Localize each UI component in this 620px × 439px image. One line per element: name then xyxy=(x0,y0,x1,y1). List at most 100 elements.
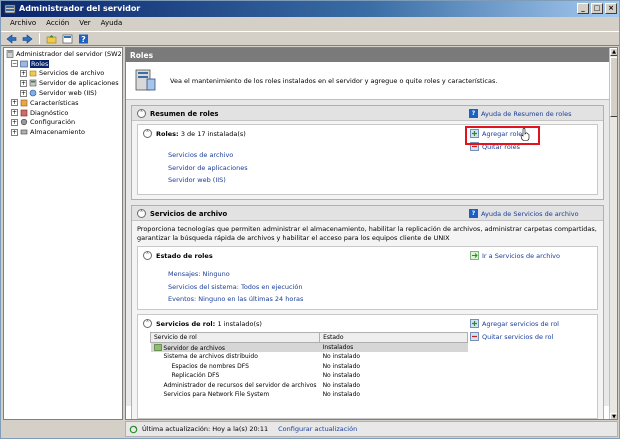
content-pane: Roles Vea el mantenimiento de los roles … xyxy=(125,47,618,420)
table-row[interactable]: Replicación DFS No instalado xyxy=(151,371,468,381)
collapse-role-services-icon[interactable]: ⌃ xyxy=(143,319,152,328)
folder-up-icon xyxy=(46,34,57,43)
expand-icon[interactable]: + xyxy=(11,118,18,126)
tree-node-web-server[interactable]: + Servidor web (IIS) xyxy=(4,88,122,98)
tree-node-configuration[interactable]: + Configuración xyxy=(4,118,122,128)
table-row[interactable]: Espacios de nombres DFS No instalado xyxy=(151,362,468,372)
collapse-icon[interactable]: − xyxy=(11,60,18,68)
file-services-icon xyxy=(29,71,37,77)
svg-text:?: ? xyxy=(81,35,86,44)
roles-summary-help-link[interactable]: ? Ayuda de Resumen de roles xyxy=(469,109,571,118)
remove-role-services-link[interactable]: Quitar servicios de rol xyxy=(470,332,553,341)
roles-summary-section: ⌃ Resumen de roles ? Ayuda de Resumen de… xyxy=(131,105,604,200)
table-row[interactable]: Administrador de recursos del servidor d… xyxy=(151,381,468,391)
tree-label: Servicios de archivo xyxy=(39,69,105,78)
column-header-state[interactable]: Estado xyxy=(319,332,468,343)
collapse-roles-icon[interactable]: ⌃ xyxy=(143,129,152,138)
role-status-panel: ⌃ Estado de roles Ir a Servicios de arch… xyxy=(137,246,598,310)
help-link-label: Ayuda de Resumen de roles xyxy=(481,109,572,118)
service-name-text: Servidor de archivos xyxy=(163,344,225,352)
section-header: ⌃ Servicios de archivo ? Ayuda de Servic… xyxy=(132,206,603,221)
add-role-services-link[interactable]: Agregar servicios de rol xyxy=(470,319,559,328)
service-name: Servicios para Network File System xyxy=(163,391,270,399)
content-title: Roles xyxy=(126,48,610,62)
tree-node-diagnostics[interactable]: + Diagnóstico xyxy=(4,108,122,118)
roles-icon xyxy=(20,60,28,67)
tree-label: Diagnóstico xyxy=(30,108,69,117)
expand-icon[interactable]: + xyxy=(20,79,27,87)
help-link-label: Ayuda de Servicios de archivo xyxy=(481,209,579,218)
up-button[interactable] xyxy=(45,33,58,45)
properties-button[interactable] xyxy=(61,33,74,45)
tree-node-server[interactable]: Administrador del servidor (SW2K8 xyxy=(4,49,122,59)
minimize-button[interactable]: _ xyxy=(577,3,589,14)
table-row[interactable]: Servidor de archivos Instalados xyxy=(150,342,468,352)
collapse-section-icon[interactable]: ⌃ xyxy=(137,209,146,218)
storage-icon xyxy=(20,129,28,135)
configure-refresh-link[interactable]: Configurar actualización xyxy=(278,425,357,433)
tree-node-roles[interactable]: − Roles xyxy=(4,59,122,69)
service-state: No instalado xyxy=(322,391,361,399)
scroll-down-button[interactable]: ▼ xyxy=(610,413,617,419)
service-name: Sistema de archivos distribuido xyxy=(163,353,258,361)
collapse-status-icon[interactable]: ⌃ xyxy=(143,251,152,260)
column-header-service[interactable]: Servicio de rol xyxy=(149,332,321,343)
expand-icon[interactable]: + xyxy=(11,128,18,136)
title-bar[interactable]: Administrador del servidor _ □ × xyxy=(1,1,619,17)
close-button[interactable]: × xyxy=(605,3,617,14)
help-icon: ? xyxy=(469,109,478,118)
toolbar-separator xyxy=(39,33,40,44)
menu-ver[interactable]: Ver xyxy=(74,17,95,31)
last-update-text: Última actualización: Hoy a la(s) 20:11 xyxy=(142,425,269,433)
back-button[interactable] xyxy=(5,33,18,45)
help-icon: ? xyxy=(79,34,88,44)
help-button[interactable]: ? xyxy=(77,33,90,45)
tree-node-storage[interactable]: + Almacenamiento xyxy=(4,127,122,137)
tree-label: Configuración xyxy=(30,118,76,127)
expand-icon[interactable]: + xyxy=(11,99,18,107)
table-row[interactable]: Sistema de archivos distribuido No insta… xyxy=(151,352,468,362)
intro-banner: Vea el mantenimiento de los roles instal… xyxy=(126,62,610,100)
menu-archivo[interactable]: Archivo xyxy=(5,17,41,31)
forward-icon xyxy=(22,33,33,44)
forward-button[interactable] xyxy=(21,33,34,45)
maximize-button[interactable]: □ xyxy=(591,3,603,14)
role-status-heading: Estado de roles xyxy=(156,252,213,260)
table-row[interactable]: Servicios para Network File System No in… xyxy=(151,390,468,400)
goto-icon xyxy=(470,251,479,260)
tree-node-features[interactable]: + Características xyxy=(4,98,122,108)
tree-node-app-server[interactable]: + Servidor de aplicaciones xyxy=(4,78,122,88)
events-link[interactable]: Eventos: Ninguno en las últimas 24 horas xyxy=(168,295,303,303)
file-services-help-link[interactable]: ? Ayuda de Servicios de archivo xyxy=(469,209,579,218)
role-link-file-services[interactable]: Servicios de archivo xyxy=(168,151,233,159)
vertical-scrollbar[interactable]: ▲ ▼ xyxy=(609,48,617,419)
section-header: ⌃ Resumen de roles ? Ayuda de Resumen de… xyxy=(132,106,603,121)
section-title: Servicios de archivo xyxy=(150,210,228,218)
window-controls: _ □ × xyxy=(577,3,617,14)
role-link-app-server[interactable]: Servidor de aplicaciones xyxy=(168,164,248,172)
menu-ayuda[interactable]: Ayuda xyxy=(96,17,128,31)
service-name: Replicación DFS xyxy=(171,372,220,380)
window-title: Administrador del servidor xyxy=(19,4,141,13)
menu-accion[interactable]: Acción xyxy=(41,17,74,31)
menu-bar: Archivo Acción Ver Ayuda xyxy=(1,17,619,31)
scroll-thumb[interactable] xyxy=(610,57,617,117)
tree-node-file-services[interactable]: + Servicios de archivo xyxy=(4,69,122,79)
goto-file-services-link[interactable]: Ir a Servicios de archivo xyxy=(470,251,560,260)
role-link-web-server[interactable]: Servidor web (IIS) xyxy=(168,176,226,184)
features-icon xyxy=(20,99,28,107)
service-state: No instalado xyxy=(322,353,361,361)
scroll-up-button[interactable]: ▲ xyxy=(610,48,617,56)
collapse-section-icon[interactable]: ⌃ xyxy=(137,109,146,118)
tree-label: Administrador del servidor (SW2K8 xyxy=(16,49,123,58)
role-services-label: Servicios de rol: xyxy=(156,320,216,328)
system-services-link[interactable]: Servicios del sistema: Todos en ejecució… xyxy=(168,283,303,291)
expand-icon[interactable]: + xyxy=(20,89,27,97)
file-services-section: ⌃ Servicios de archivo ? Ayuda de Servic… xyxy=(131,205,604,419)
expand-icon[interactable]: + xyxy=(11,109,18,117)
messages-link[interactable]: Mensajes: Ninguno xyxy=(168,270,230,278)
service-name: Servidor de archivos xyxy=(150,342,320,352)
expand-icon[interactable]: + xyxy=(20,69,27,77)
back-icon xyxy=(6,33,17,44)
service-state: No instalado xyxy=(322,372,361,380)
